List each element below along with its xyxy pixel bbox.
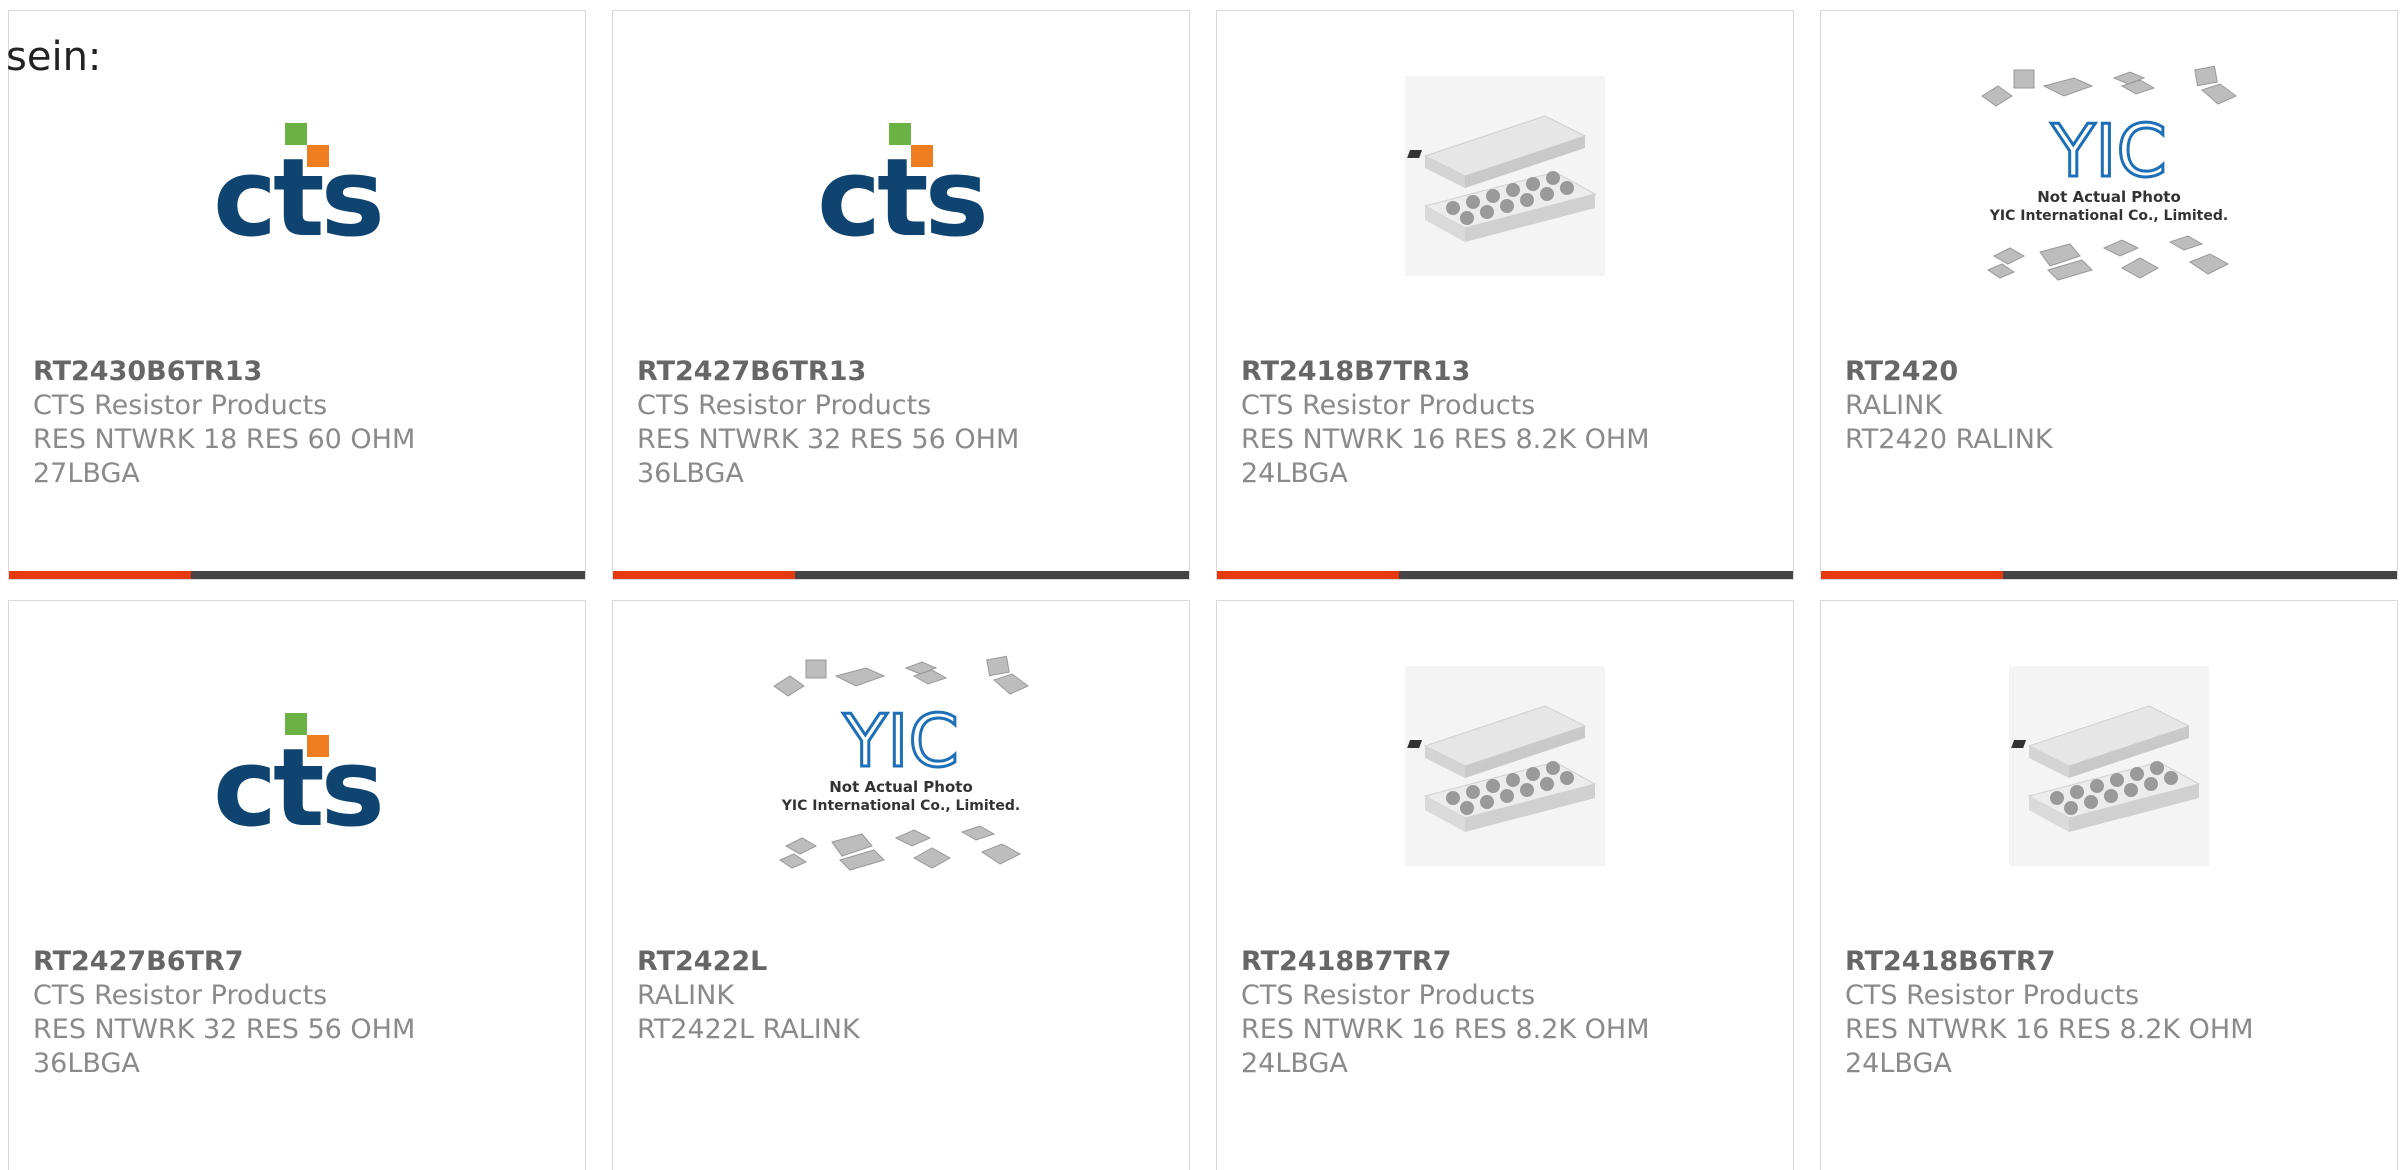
cts-logo: cts — [817, 123, 989, 241]
product-card-rt2418b7tr13[interactable]: RT2418B7TR13 CTS Resistor Products RES N… — [1216, 10, 1794, 580]
part-number: RT2418B6TR7 — [1845, 946, 2056, 977]
yic-placeholder-image: YIC Not Actual Photo YIC International C… — [1981, 65, 2237, 281]
product-image: cts — [9, 661, 585, 871]
product-image: YIC Not Actual Photo YIC International C… — [613, 655, 1189, 871]
yic-logo-text: YIC — [2050, 109, 2167, 193]
manufacturer: RALINK — [637, 980, 735, 1011]
product-card-rt2430b6tr13[interactable]: cts RT2430B6TR13 CTS Resistor Products R… — [8, 10, 586, 580]
description: RES NTWRK 16 RES 8.2K OHM — [1241, 1014, 1650, 1045]
product-card-rt2427b6tr7[interactable]: cts RT2427B6TR7 CTS Resistor Products RE… — [8, 600, 586, 1170]
product-image — [1217, 71, 1793, 281]
yic-placeholder-image: YIC Not Actual Photo YIC International C… — [773, 655, 1029, 871]
cts-logo-text: cts — [213, 726, 381, 831]
manufacturer: CTS Resistor Products — [33, 980, 328, 1011]
card-accent-bar — [1217, 571, 1793, 579]
yic-caption-2: YIC International Co., Limited. — [1989, 208, 2228, 224]
product-image — [1217, 661, 1793, 871]
part-number: RT2427B6TR7 — [33, 946, 244, 977]
description: RT2420 RALINK — [1845, 424, 2053, 455]
prefix-text: sein: — [6, 34, 102, 80]
manufacturer: CTS Resistor Products — [1241, 390, 1536, 421]
yic-caption-1: Not Actual Photo — [2037, 188, 2181, 206]
product-image — [1821, 661, 2397, 871]
part-number: RT2430B6TR13 — [33, 356, 263, 387]
package: 24LBGA — [1241, 1048, 1348, 1079]
bga-package-image — [1405, 76, 1605, 276]
card-accent-bar — [1821, 571, 2397, 579]
yic-caption-2: YIC International Co., Limited. — [781, 798, 1020, 814]
part-number: RT2418B7TR7 — [1241, 946, 1452, 977]
product-image: cts — [613, 71, 1189, 281]
description: RT2422L RALINK — [637, 1014, 860, 1045]
cts-logo: cts — [213, 123, 385, 241]
part-number: RT2422L — [637, 946, 768, 977]
card-accent-bar — [613, 571, 1189, 579]
package: 24LBGA — [1845, 1048, 1952, 1079]
product-card-rt2420[interactable]: YIC Not Actual Photo YIC International C… — [1820, 10, 2398, 580]
manufacturer: CTS Resistor Products — [33, 390, 328, 421]
card-accent-bar — [9, 571, 585, 579]
bga-package-image — [2009, 666, 2209, 866]
part-number: RT2420 — [1845, 356, 1959, 387]
package: 36LBGA — [33, 1048, 140, 1079]
description: RES NTWRK 16 RES 8.2K OHM — [1241, 424, 1650, 455]
package: 36LBGA — [637, 458, 744, 489]
manufacturer: CTS Resistor Products — [1241, 980, 1536, 1011]
product-image: YIC Not Actual Photo YIC International C… — [1821, 65, 2397, 281]
part-number: RT2418B7TR13 — [1241, 356, 1471, 387]
manufacturer: CTS Resistor Products — [1845, 980, 2140, 1011]
manufacturer: RALINK — [1845, 390, 1943, 421]
product-card-rt2422l[interactable]: YIC Not Actual Photo YIC International C… — [612, 600, 1190, 1170]
part-number: RT2427B6TR13 — [637, 356, 867, 387]
description: RES NTWRK 16 RES 8.2K OHM — [1845, 1014, 2254, 1045]
description: RES NTWRK 32 RES 56 OHM — [637, 424, 1020, 455]
product-card-rt2418b7tr7[interactable]: RT2418B7TR7 CTS Resistor Products RES NT… — [1216, 600, 1794, 1170]
product-image: cts — [9, 71, 585, 281]
bga-package-image — [1405, 666, 1605, 866]
cts-logo-text: cts — [213, 136, 381, 241]
package: 27LBGA — [33, 458, 140, 489]
yic-logo-text: YIC — [842, 699, 959, 783]
description: RES NTWRK 18 RES 60 OHM — [33, 424, 416, 455]
cts-logo: cts — [213, 713, 385, 831]
description: RES NTWRK 32 RES 56 OHM — [33, 1014, 416, 1045]
package: 24LBGA — [1241, 458, 1348, 489]
product-card-rt2427b6tr13[interactable]: cts RT2427B6TR13 CTS Resistor Products R… — [612, 10, 1190, 580]
manufacturer: CTS Resistor Products — [637, 390, 932, 421]
yic-caption-1: Not Actual Photo — [829, 778, 973, 796]
product-card-rt2418b6tr7[interactable]: RT2418B6TR7 CTS Resistor Products RES NT… — [1820, 600, 2398, 1170]
cts-logo-text: cts — [817, 136, 985, 241]
